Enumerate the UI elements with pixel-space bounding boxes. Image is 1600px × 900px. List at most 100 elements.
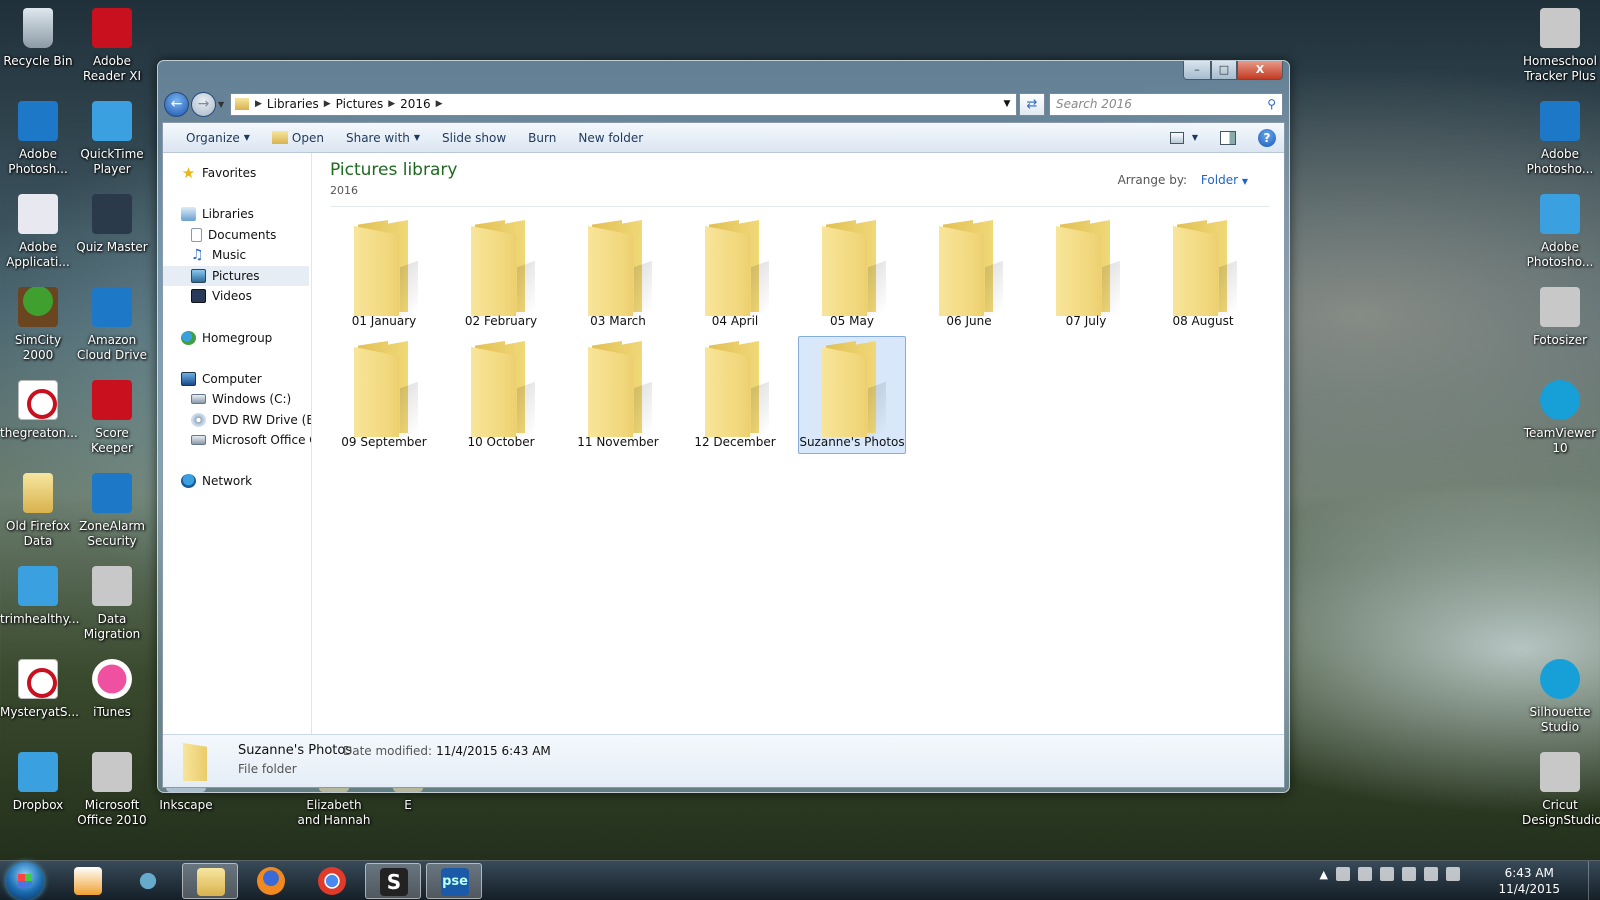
taskbar-people[interactable]: [120, 863, 176, 899]
help-icon[interactable]: ?: [1258, 128, 1276, 147]
maximize-button[interactable]: □: [1211, 61, 1237, 80]
forward-button[interactable]: →: [191, 91, 216, 117]
desktop-icon[interactable]: Dropbox: [0, 748, 76, 813]
folder-item[interactable]: 05 May: [798, 215, 906, 333]
desktop-icon[interactable]: Score Keeper: [74, 376, 150, 456]
desktop-icon[interactable]: Quiz Master: [74, 190, 150, 255]
desktop-icon[interactable]: Adobe Photosh...: [0, 97, 76, 177]
desktop-icon[interactable]: Amazon Cloud Drive: [74, 283, 150, 363]
arrange-value[interactable]: Folder: [1201, 173, 1238, 187]
desktop-icon[interactable]: TeamViewer 10: [1522, 376, 1598, 456]
folder-item[interactable]: 12 December: [681, 336, 789, 454]
desktop-icon[interactable]: Adobe Photosho...: [1522, 97, 1598, 177]
breadcrumb-separator[interactable]: ▶: [255, 99, 262, 109]
nav-music[interactable]: ♫ Music: [191, 245, 246, 265]
start-button[interactable]: [6, 862, 44, 900]
desktop-icon[interactable]: ZoneAlarm Security: [74, 469, 150, 549]
folder-item[interactable]: 06 June: [915, 215, 1023, 333]
folder-item[interactable]: Suzanne's Photos: [798, 336, 906, 454]
nav-ms-office[interactable]: Microsoft Office Cl: [191, 430, 311, 450]
nav-videos[interactable]: Videos: [191, 286, 252, 306]
preview-pane-icon[interactable]: [1220, 130, 1236, 145]
folder-item[interactable]: 11 November: [564, 336, 672, 454]
nav-libraries[interactable]: Libraries: [181, 204, 254, 224]
address-dropdown-button[interactable]: ▼: [998, 99, 1016, 109]
taskbar-explorer[interactable]: [182, 863, 238, 899]
minimize-button[interactable]: –: [1183, 61, 1211, 80]
address-bar[interactable]: ▶ Libraries ▶ Pictures ▶ 2016 ▶ ▼: [230, 92, 1017, 116]
taskbar-firefox[interactable]: [243, 863, 299, 899]
back-button[interactable]: ←: [164, 91, 189, 117]
desktop-icon[interactable]: Data Migration: [74, 562, 150, 642]
desktop-icon[interactable]: Recycle Bin: [0, 4, 76, 69]
desktop-icon[interactable]: Adobe Applicati...: [0, 190, 76, 270]
chevron-down-icon[interactable]: ▼: [1192, 133, 1198, 142]
taskbar-media-player[interactable]: [60, 863, 116, 899]
taskbar-silhouette[interactable]: S: [365, 863, 421, 899]
desktop-icon[interactable]: Adobe Photosho...: [1522, 190, 1598, 270]
folder-item[interactable]: 02 February: [447, 215, 555, 333]
desktop-icon-label: Microsoft Office 2010: [77, 798, 147, 827]
change-view-icon[interactable]: [1169, 131, 1184, 144]
network-signal-icon[interactable]: [1402, 867, 1416, 881]
taskbar-chrome[interactable]: [304, 863, 360, 899]
nav-favorites[interactable]: ★ Favorites: [181, 163, 256, 183]
breadcrumb-separator[interactable]: ▶: [324, 99, 331, 109]
desktop-icon[interactable]: thegreaton...: [0, 376, 78, 441]
chevron-down-icon[interactable]: ▼: [1242, 177, 1248, 186]
open-button[interactable]: Open: [261, 131, 335, 145]
folder-item[interactable]: 10 October: [447, 336, 555, 454]
nav-label: Pictures: [212, 269, 260, 283]
breadcrumb-separator[interactable]: ▶: [388, 99, 395, 109]
breadcrumb-separator[interactable]: ▶: [436, 99, 443, 109]
desktop-icon[interactable]: Adobe Reader XI: [74, 4, 150, 84]
clock[interactable]: 6:43 AM 11/4/2015: [1498, 865, 1560, 897]
nav-network[interactable]: Network: [181, 471, 252, 491]
folder-item[interactable]: 08 August: [1149, 215, 1257, 333]
volume-icon[interactable]: [1446, 867, 1460, 881]
folder-item[interactable]: 01 January: [330, 215, 438, 333]
folder-item[interactable]: 09 September: [330, 336, 438, 454]
refresh-button[interactable]: ⇄: [1019, 92, 1045, 116]
windows-icon[interactable]: [1336, 867, 1350, 881]
media-player-icon: [74, 867, 102, 895]
desktop-icon[interactable]: Cricut DesignStudio: [1522, 748, 1600, 828]
desktop-icon[interactable]: QuickTime Player: [74, 97, 150, 177]
search-input[interactable]: Search 2016 ⚲: [1049, 92, 1283, 116]
desktop-icon[interactable]: SimCity 2000: [0, 283, 76, 363]
new-folder-button[interactable]: New folder: [567, 131, 654, 145]
organize-button[interactable]: Organize ▼: [175, 131, 261, 145]
breadcrumb-2016[interactable]: 2016: [395, 97, 436, 111]
slide-show-button[interactable]: Slide show: [431, 131, 517, 145]
folder-item[interactable]: 04 April: [681, 215, 789, 333]
search-icon[interactable]: ⚲: [1267, 97, 1276, 111]
recent-pages-dropdown[interactable]: ▼: [218, 100, 228, 109]
folder-item[interactable]: 03 March: [564, 215, 672, 333]
action-center-flag-icon[interactable]: [1380, 867, 1394, 881]
share-with-button[interactable]: Share with ▼: [335, 131, 431, 145]
desktop-icon[interactable]: iTunes: [74, 655, 150, 720]
close-button[interactable]: X: [1237, 61, 1283, 80]
desktop-icon[interactable]: Old Firefox Data: [0, 469, 76, 549]
desktop-icon[interactable]: MysteryatS...: [0, 655, 79, 720]
show-hidden-icons-icon[interactable]: ▲: [1320, 868, 1328, 881]
desktop-icon[interactable]: Homeschool Tracker Plus: [1522, 4, 1598, 84]
breadcrumb-libraries[interactable]: Libraries: [262, 97, 324, 111]
breadcrumb-pictures[interactable]: Pictures: [331, 97, 389, 111]
dropbox-tray-icon[interactable]: [1358, 867, 1372, 881]
show-desktop-button[interactable]: [1588, 861, 1600, 900]
nav-windows-c[interactable]: Windows (C:): [191, 389, 291, 409]
printer-icon[interactable]: [1424, 867, 1438, 881]
folder-item[interactable]: 07 July: [1032, 215, 1140, 333]
desktop-icon[interactable]: Microsoft Office 2010: [74, 748, 150, 828]
burn-button[interactable]: Burn: [517, 131, 567, 145]
desktop-icon[interactable]: Silhouette Studio: [1522, 655, 1598, 735]
desktop-icon[interactable]: trimhealthy...: [0, 562, 79, 627]
nav-homegroup[interactable]: Homegroup: [181, 328, 272, 348]
nav-computer[interactable]: Computer: [181, 369, 262, 389]
taskbar-pse[interactable]: pse: [426, 863, 482, 899]
nav-dvd-drive[interactable]: DVD RW Drive (E:) I: [191, 410, 311, 430]
desktop-icon[interactable]: Fotosizer: [1522, 283, 1598, 348]
nav-documents[interactable]: Documents: [191, 225, 276, 245]
nav-pictures[interactable]: Pictures: [163, 266, 309, 286]
